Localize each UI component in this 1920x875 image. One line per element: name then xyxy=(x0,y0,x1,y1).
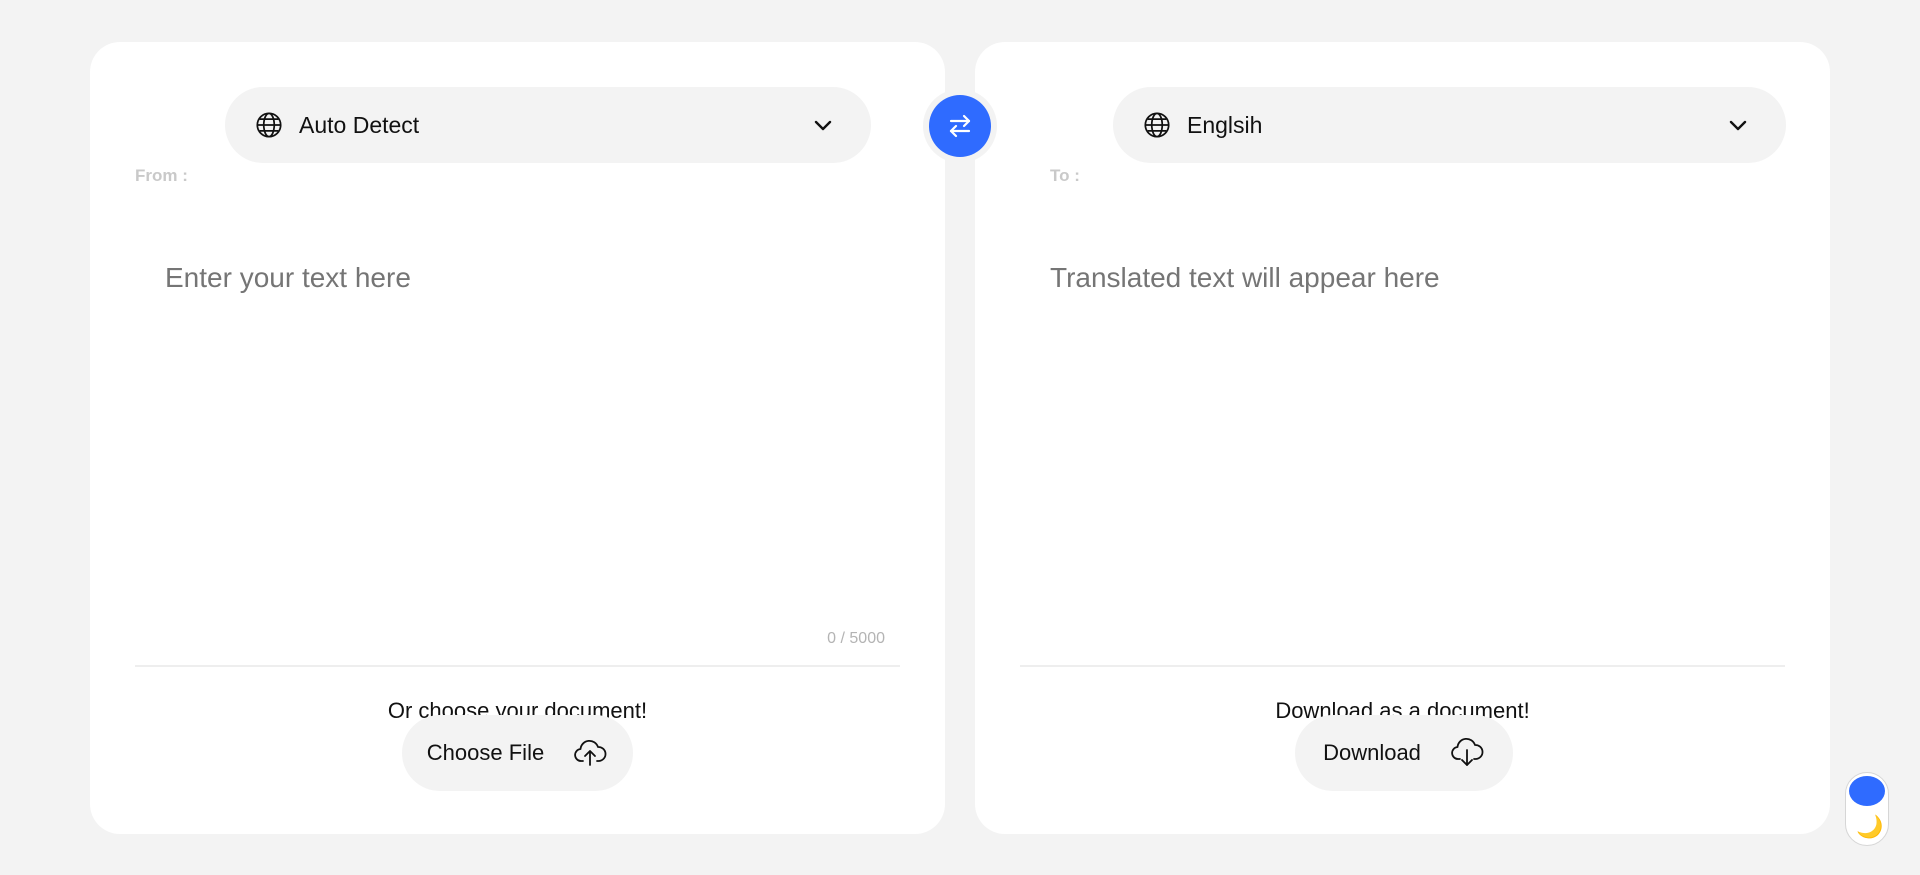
to-label: To : xyxy=(1050,166,1080,185)
target-language-select[interactable]: Englsih xyxy=(1113,87,1786,163)
character-counter: 0 / 5000 xyxy=(827,630,885,647)
globe-icon xyxy=(1143,111,1171,139)
swap-arrows-icon xyxy=(945,111,975,141)
source-language-value: Auto Detect xyxy=(299,111,420,138)
choose-file-label: Choose File xyxy=(426,740,545,765)
source-text-input[interactable] xyxy=(165,262,895,612)
translated-text-output[interactable] xyxy=(1050,262,1780,612)
toggle-knob xyxy=(1849,776,1885,806)
source-panel: From : Auto Detect 0 / 5000 Or choose yo… xyxy=(90,42,945,834)
chevron-down-icon xyxy=(1726,113,1750,137)
download-button[interactable]: Download xyxy=(1295,715,1513,791)
swap-languages-button[interactable] xyxy=(929,95,991,157)
divider xyxy=(135,665,900,667)
globe-icon xyxy=(255,111,283,139)
divider xyxy=(1020,665,1785,667)
swap-button-ring xyxy=(923,89,997,163)
moon-icon: 🌙 xyxy=(1856,814,1884,839)
source-language-select[interactable]: Auto Detect xyxy=(225,87,871,163)
chevron-down-icon xyxy=(811,113,835,137)
target-language-value: Englsih xyxy=(1187,111,1263,138)
cloud-download-icon xyxy=(1449,735,1485,771)
target-panel: To : Englsih Download as a document! Dow… xyxy=(975,42,1830,834)
cloud-upload-icon xyxy=(572,735,608,771)
download-label: Download xyxy=(1323,740,1421,765)
choose-file-button[interactable]: Choose File xyxy=(402,715,633,791)
dark-mode-toggle[interactable]: 🌙 xyxy=(1845,772,1889,846)
from-label: From : xyxy=(135,166,188,185)
